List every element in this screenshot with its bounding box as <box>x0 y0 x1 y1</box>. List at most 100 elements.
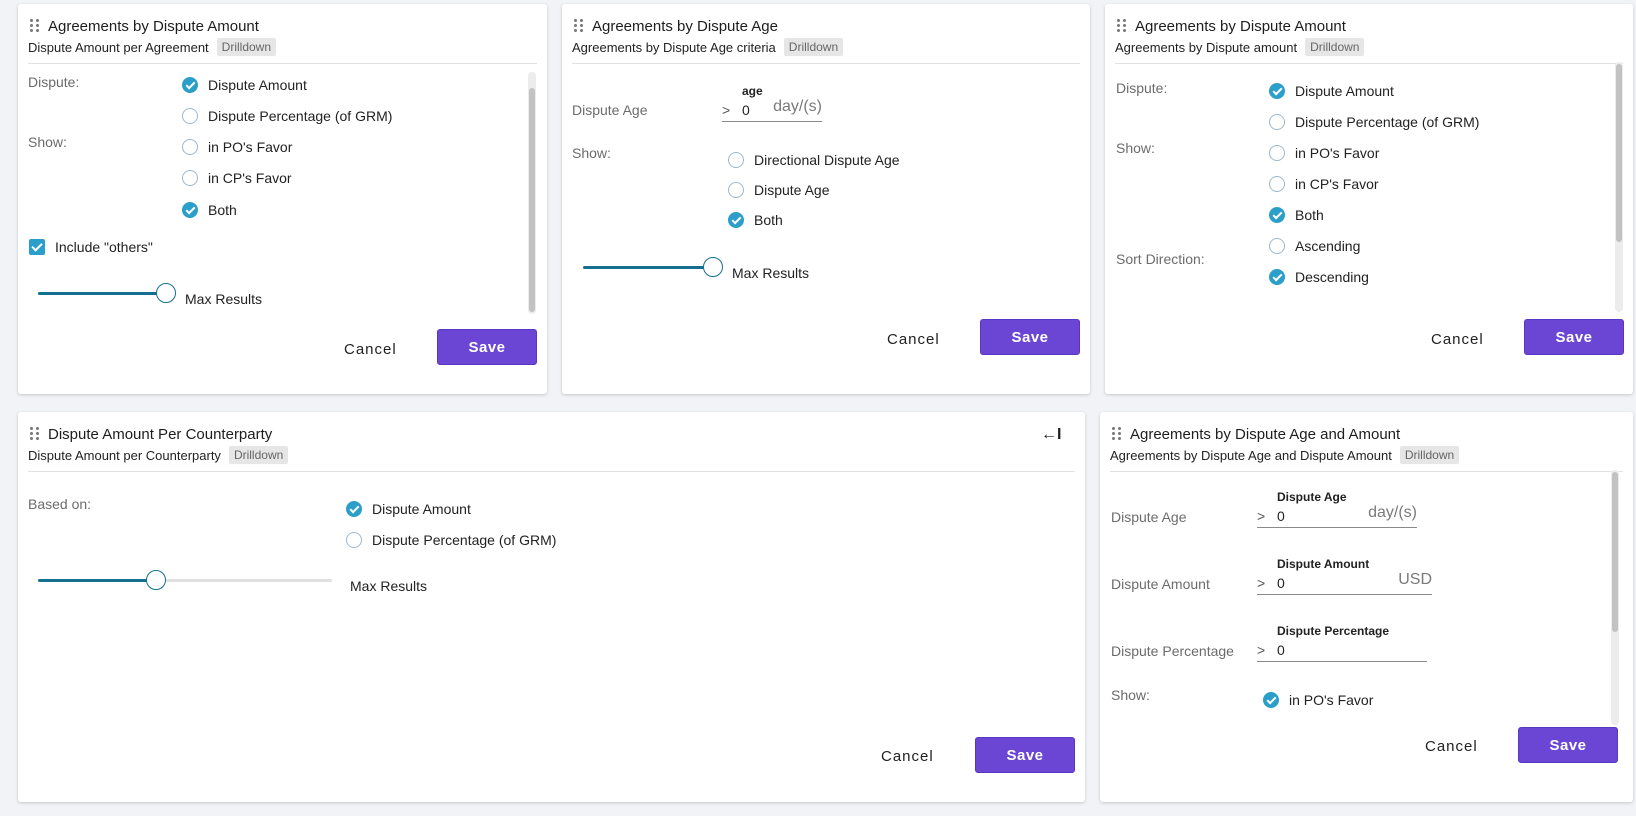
option-ascending[interactable]: Ascending <box>1269 238 1360 254</box>
option-dispute-percentage[interactable]: Dispute Percentage (of GRM) <box>1269 114 1479 130</box>
option-cp-favor[interactable]: in CP's Favor <box>1269 176 1379 192</box>
option-po-favor[interactable]: in PO's Favor <box>182 139 292 155</box>
radio-checked-icon[interactable] <box>182 202 198 218</box>
dispute-amount-field[interactable]: Dispute Amount > 0 USD <box>1257 549 1432 595</box>
max-results-label: Max Results <box>185 291 263 307</box>
show-label: Show: <box>28 134 67 150</box>
option-descending[interactable]: Descending <box>1269 269 1369 285</box>
radio-checked-icon[interactable] <box>182 77 198 93</box>
cancel-button[interactable]: Cancel <box>344 341 397 358</box>
subtitle-text: Agreements by Dispute Age and Dispute Am… <box>1110 447 1392 463</box>
radio-icon[interactable] <box>182 139 198 155</box>
card-agreements-by-dispute-amount: Agreements by Dispute Amount Dispute Amo… <box>18 4 547 394</box>
show-label: Show: <box>572 145 611 161</box>
option-dispute-amount[interactable]: Dispute Amount <box>182 77 307 93</box>
scrollbar[interactable] <box>1615 62 1623 312</box>
cancel-button[interactable]: Cancel <box>1425 738 1478 755</box>
dispute-percentage-label: Dispute Percentage <box>1111 643 1234 659</box>
dispute-age-input[interactable]: 0 <box>742 102 750 118</box>
option-po-favor[interactable]: in PO's Favor <box>1263 692 1373 708</box>
option-po-favor[interactable]: in PO's Favor <box>1269 145 1379 161</box>
dispute-label: Dispute: <box>28 74 80 90</box>
unit-label: day/(s) <box>1368 504 1417 521</box>
based-on-label: Based on: <box>28 496 92 512</box>
radio-icon[interactable] <box>1269 114 1285 130</box>
slider-thumb[interactable] <box>145 570 166 590</box>
dispute-age-label: Dispute Age <box>1111 509 1187 525</box>
radio-icon[interactable] <box>346 532 362 548</box>
radio-checked-icon[interactable] <box>1269 269 1285 285</box>
dispute-age-field[interactable]: age > 0 day/(s) <box>722 76 822 122</box>
card-header: Dispute Amount Per Counterparty Dispute … <box>28 422 1075 472</box>
cancel-button[interactable]: Cancel <box>1431 331 1484 348</box>
dispute-age-field[interactable]: Dispute Age > 0 day/(s) <box>1257 482 1417 528</box>
card-header: Agreements by Dispute Age Agreements by … <box>572 14 1080 64</box>
option-dispute-amount[interactable]: Dispute Amount <box>346 501 471 517</box>
option-directional-dispute-age[interactable]: Directional Dispute Age <box>728 152 900 168</box>
option-dispute-percentage[interactable]: Dispute Percentage (of GRM) <box>182 108 392 124</box>
save-button[interactable]: Save <box>1524 319 1624 355</box>
dispute-age-input[interactable]: 0 <box>1277 508 1285 524</box>
drilldown-chip[interactable]: Drilldown <box>216 38 277 56</box>
radio-icon[interactable] <box>728 182 744 198</box>
slider-thumb[interactable] <box>703 257 723 277</box>
radio-icon[interactable] <box>1269 145 1285 161</box>
scrollbar[interactable] <box>1611 470 1619 725</box>
max-results-slider[interactable] <box>583 256 723 278</box>
card-title: Agreements by Dispute Age and Amount <box>1130 426 1401 443</box>
dispute-percentage-field[interactable]: Dispute Percentage > 0 <box>1257 616 1427 662</box>
drag-handle-icon[interactable] <box>30 427 40 441</box>
radio-icon[interactable] <box>1269 176 1285 192</box>
cancel-button[interactable]: Cancel <box>887 331 940 348</box>
card-header: Agreements by Dispute Age and Amount Agr… <box>1110 422 1623 472</box>
drilldown-chip[interactable]: Drilldown <box>1305 38 1365 56</box>
max-results-slider[interactable] <box>38 569 332 591</box>
radio-checked-icon[interactable] <box>346 501 362 517</box>
radio-checked-icon[interactable] <box>728 212 744 228</box>
option-both[interactable]: Both <box>728 212 783 228</box>
radio-checked-icon[interactable] <box>1269 207 1285 223</box>
unit-label: day/(s) <box>773 98 822 115</box>
drag-handle-icon[interactable] <box>574 19 584 33</box>
max-results-slider[interactable] <box>38 282 176 304</box>
drag-handle-icon[interactable] <box>1117 19 1127 33</box>
drag-handle-icon[interactable] <box>1112 427 1122 441</box>
save-button[interactable]: Save <box>975 737 1075 773</box>
dispute-percentage-input[interactable]: 0 <box>1277 642 1285 658</box>
dispute-label: Dispute: <box>1116 80 1168 96</box>
option-dispute-percentage[interactable]: Dispute Percentage (of GRM) <box>346 532 556 548</box>
radio-icon[interactable] <box>182 170 198 186</box>
card-header: Agreements by Dispute Amount Agreements … <box>1115 14 1623 64</box>
radio-icon[interactable] <box>1269 238 1285 254</box>
option-both[interactable]: Both <box>1269 207 1324 223</box>
sort-direction-label: Sort Direction: <box>1116 251 1205 267</box>
collapse-panel-icon[interactable]: ←I <box>1041 426 1061 444</box>
subtitle-text: Dispute Amount per Agreement <box>28 39 209 55</box>
save-button[interactable]: Save <box>980 319 1080 355</box>
option-both[interactable]: Both <box>182 202 237 218</box>
dispute-amount-input[interactable]: 0 <box>1277 575 1285 591</box>
radio-checked-icon[interactable] <box>1263 692 1279 708</box>
card-title: Agreements by Dispute Age <box>592 18 778 35</box>
save-button[interactable]: Save <box>1518 727 1618 763</box>
radio-icon[interactable] <box>728 152 744 168</box>
option-dispute-amount[interactable]: Dispute Amount <box>1269 83 1394 99</box>
card-title: Dispute Amount Per Counterparty <box>48 426 273 443</box>
card-subtitle: Dispute Amount per Counterparty Drilldow… <box>28 446 289 464</box>
drilldown-chip[interactable]: Drilldown <box>1399 446 1460 464</box>
card-subtitle: Agreements by Dispute Age and Dispute Am… <box>1110 446 1460 464</box>
drilldown-chip[interactable]: Drilldown <box>228 446 289 464</box>
checkbox-checked-icon[interactable] <box>29 239 45 255</box>
radio-checked-icon[interactable] <box>1269 83 1285 99</box>
option-dispute-age[interactable]: Dispute Age <box>728 182 830 198</box>
scrollbar[interactable] <box>528 72 536 314</box>
include-others-checkbox[interactable]: Include "others" <box>29 239 153 255</box>
option-cp-favor[interactable]: in CP's Favor <box>182 170 292 186</box>
slider-thumb[interactable] <box>156 283 176 303</box>
drag-handle-icon[interactable] <box>30 19 40 33</box>
cancel-button[interactable]: Cancel <box>881 748 934 765</box>
drilldown-chip[interactable]: Drilldown <box>783 38 844 56</box>
radio-icon[interactable] <box>182 108 198 124</box>
save-button[interactable]: Save <box>437 329 537 365</box>
card-agreements-by-dispute-age-and-amount: Agreements by Dispute Age and Amount Agr… <box>1100 412 1633 802</box>
